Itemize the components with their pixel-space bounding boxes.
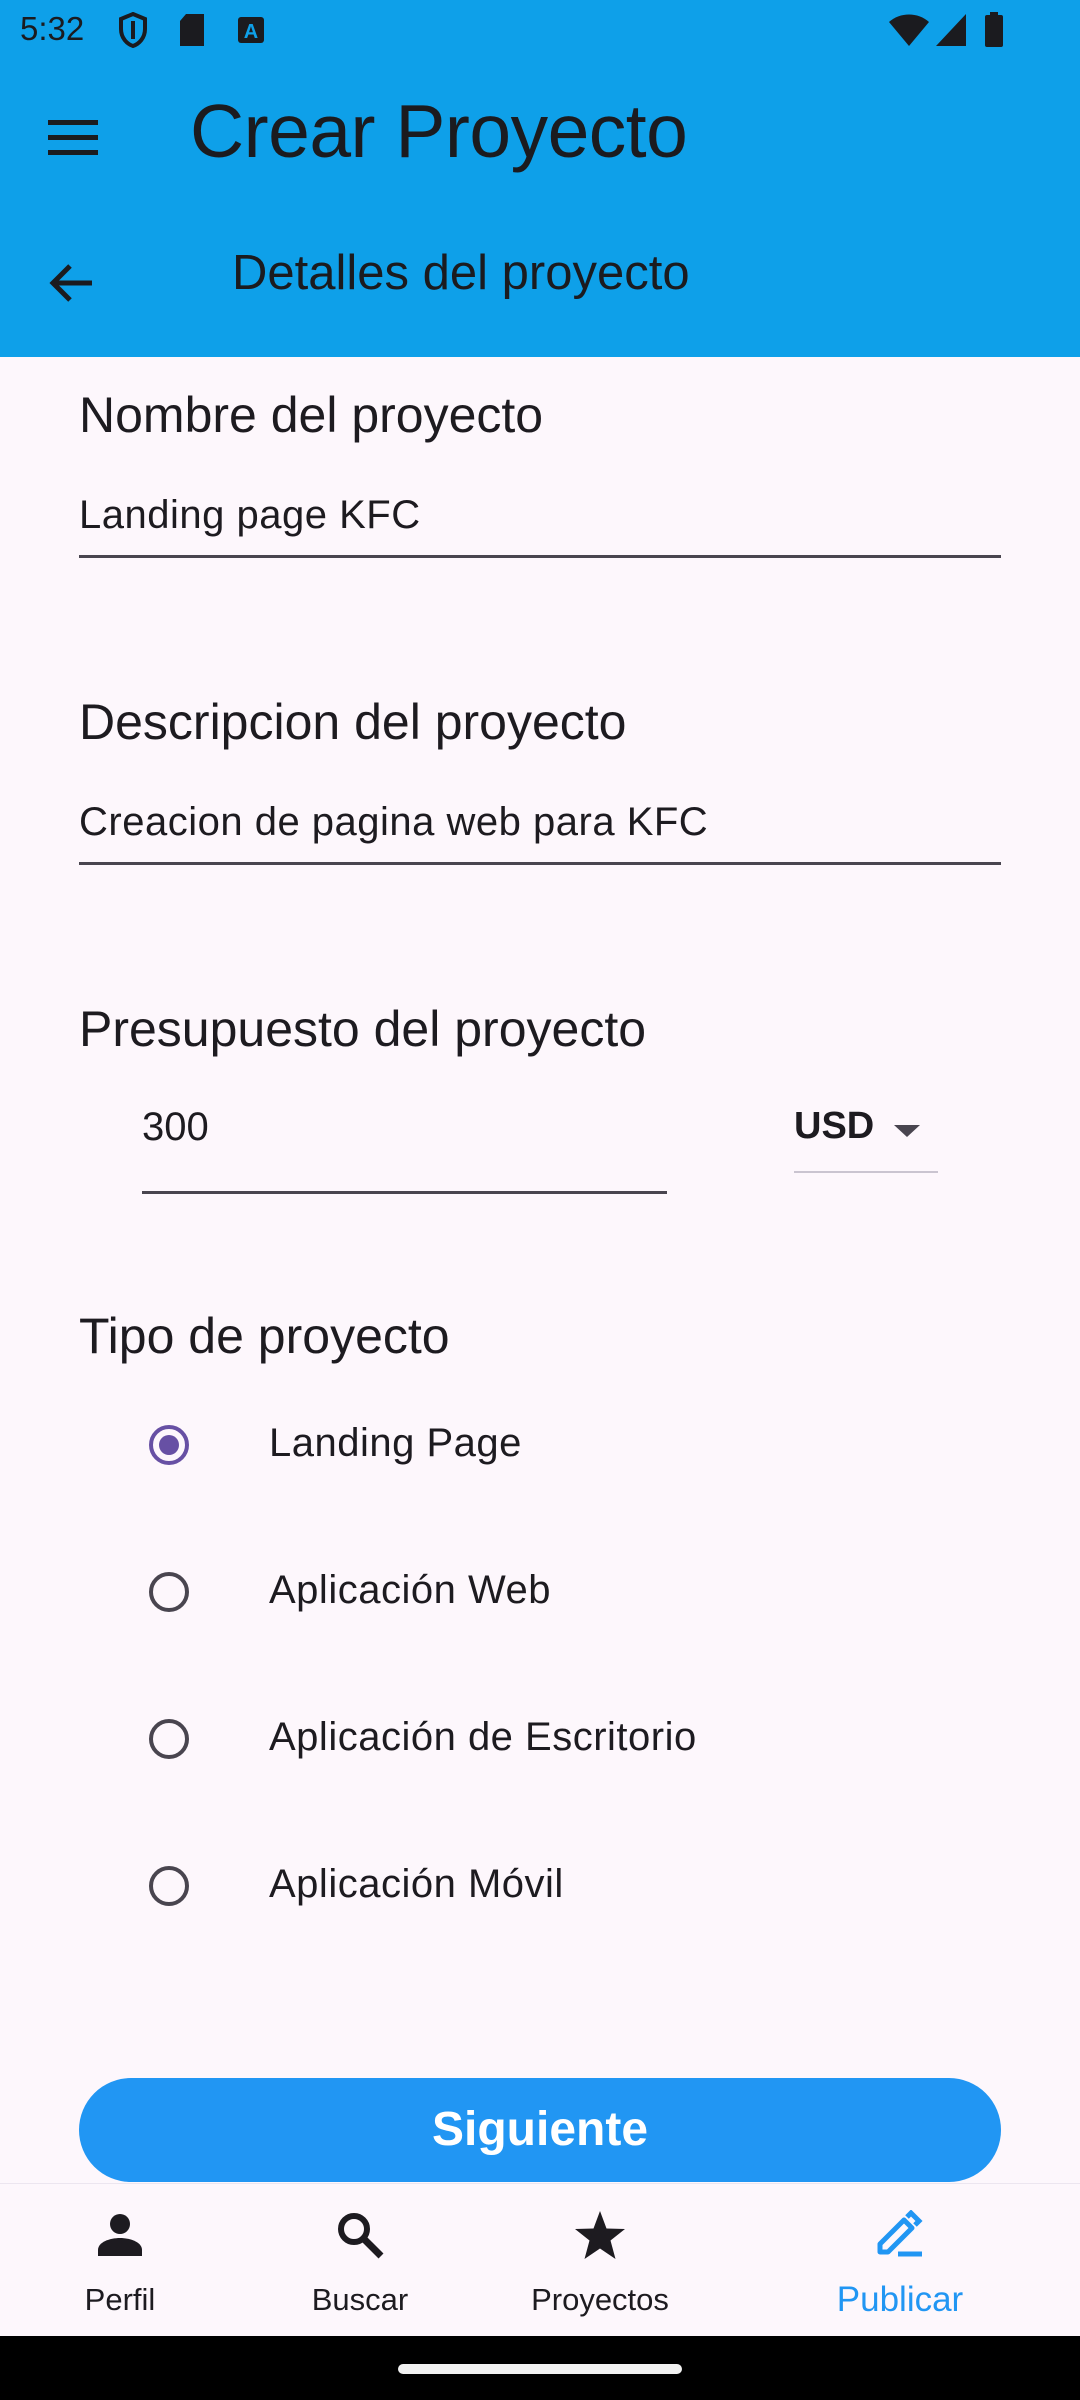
budget-amount-field[interactable]: 300: [142, 1095, 667, 1194]
signal-icon: [936, 14, 966, 46]
system-navigation-bar: [0, 2336, 1080, 2400]
font-a-icon: A: [238, 17, 264, 43]
bottom-navigation: Perfil Buscar Proyectos Publicar: [0, 2183, 1080, 2337]
nav-label: Perfil: [84, 2282, 156, 2317]
radio-option-desktop-app[interactable]: Aplicación de Escritorio: [140, 1707, 940, 1777]
nav-item-proyectos[interactable]: Proyectos: [500, 2184, 700, 2337]
project-description-value: Creacion de pagina web para KFC: [79, 800, 709, 844]
radio-label: Aplicación de Escritorio: [269, 1715, 697, 1759]
battery-icon: [985, 12, 1003, 47]
section-subtitle: Detalles del proyecto: [232, 246, 690, 300]
next-button[interactable]: Siguiente: [79, 2078, 1001, 2182]
budget-amount-value: 300: [142, 1105, 209, 1149]
edit-icon: [877, 2210, 923, 2257]
back-button[interactable]: [46, 258, 98, 310]
radio-option-mobile-app[interactable]: Aplicación Móvil: [140, 1854, 940, 1924]
nav-label: Buscar: [311, 2282, 409, 2317]
nav-label: Proyectos: [531, 2282, 669, 2317]
wifi-icon: [889, 14, 929, 46]
project-type-label: Tipo de proyecto: [79, 1308, 450, 1364]
project-name-label: Nombre del proyecto: [79, 387, 544, 443]
project-description-label: Descripcion del proyecto: [79, 694, 627, 750]
person-icon: [98, 2214, 142, 2256]
nav-label: Publicar: [836, 2280, 964, 2319]
shield-icon: [119, 12, 147, 48]
arrow-back-icon: [49, 264, 92, 302]
project-description-field[interactable]: Creacion de pagina web para KFC: [79, 792, 1001, 865]
radio-label: Landing Page: [269, 1421, 522, 1465]
radio-unselected-icon: [149, 1719, 189, 1759]
status-bar: 5:32 A: [0, 0, 1080, 64]
app-bar: 5:32 A Crear Proyecto Detalles del proye…: [0, 0, 1080, 357]
page-title: Crear Proyecto: [190, 89, 688, 173]
menu-button[interactable]: [42, 110, 104, 166]
currency-dropdown[interactable]: USD: [794, 1095, 938, 1173]
project-name-value: Landing page KFC: [79, 493, 421, 537]
hamburger-menu-icon: [48, 120, 98, 155]
radio-option-web-app[interactable]: Aplicación Web: [140, 1560, 940, 1630]
search-icon: [338, 2213, 384, 2259]
radio-unselected-icon: [149, 1866, 189, 1906]
project-name-field[interactable]: Landing page KFC: [79, 485, 1001, 558]
radio-unselected-icon: [149, 1572, 189, 1612]
project-budget-label: Presupuesto del proyecto: [79, 1001, 647, 1057]
home-indicator[interactable]: [398, 2364, 682, 2374]
radio-label: Aplicación Web: [269, 1568, 551, 1612]
dropdown-arrow-icon: [894, 1125, 920, 1137]
status-time: 5:32: [20, 10, 85, 47]
nav-item-perfil[interactable]: Perfil: [20, 2184, 220, 2337]
currency-value: USD: [794, 1105, 875, 1147]
sd-card-icon: [180, 14, 204, 46]
svg-text:A: A: [244, 21, 258, 43]
radio-selected-icon: [149, 1425, 189, 1465]
nav-item-buscar[interactable]: Buscar: [260, 2184, 460, 2337]
nav-item-publicar[interactable]: Publicar: [800, 2184, 1000, 2337]
radio-label: Aplicación Móvil: [269, 1862, 564, 1906]
radio-option-landing-page[interactable]: Landing Page: [140, 1413, 940, 1483]
star-icon: [575, 2211, 625, 2259]
